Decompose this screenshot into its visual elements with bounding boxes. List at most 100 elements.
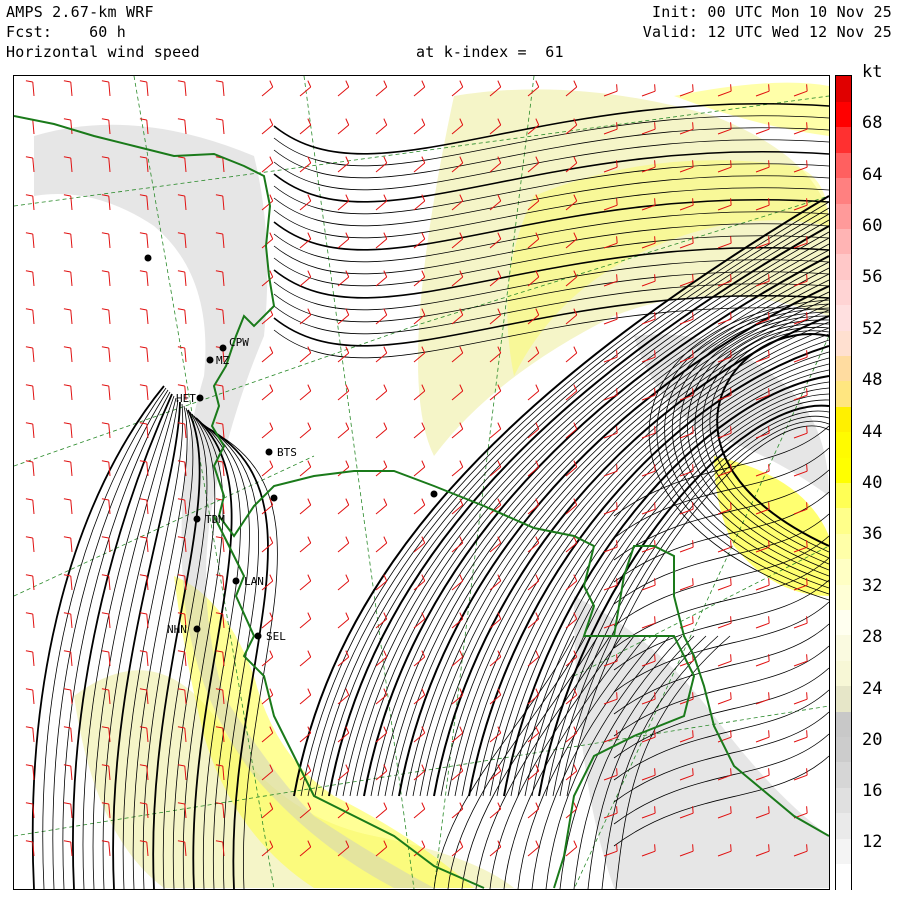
wind-barb-feather — [307, 194, 312, 202]
wind-barb — [25, 118, 35, 135]
colorbar-swatch — [836, 203, 851, 229]
wind-barb-feather — [177, 650, 185, 653]
wind-barb-feather — [616, 844, 618, 852]
wind-barb-feather — [730, 388, 732, 396]
wind-barb — [25, 384, 35, 401]
wind-barb-feather — [25, 80, 33, 83]
wind-barb — [717, 654, 732, 667]
wind-barb — [337, 574, 350, 591]
wind-barb-shaft — [451, 86, 464, 97]
wind-barb — [25, 270, 35, 287]
wind-barb — [679, 578, 694, 591]
wind-barb-shaft — [451, 808, 464, 819]
wind-barb — [299, 460, 312, 477]
wind-barb-feather — [345, 764, 350, 772]
wind-barb-feather — [139, 422, 147, 425]
wind-barb-shaft — [70, 728, 73, 743]
wind-barb-feather — [654, 844, 656, 852]
wind-barb-feather — [535, 80, 540, 88]
wind-barb-shaft — [717, 584, 732, 591]
wind-barb-shaft — [717, 698, 732, 705]
wind-barb — [25, 194, 35, 211]
wind-barb-feather — [654, 426, 656, 434]
colorbar-swatch — [836, 838, 851, 865]
wind-barb-feather — [806, 236, 808, 244]
wind-barb-feather — [535, 650, 540, 658]
wind-barb-shaft — [108, 310, 111, 325]
colorbar-swatch — [836, 863, 851, 890]
wind-barb-feather — [101, 308, 109, 311]
wind-barb-shaft — [108, 614, 111, 629]
wind-barb-feather — [654, 122, 656, 130]
wind-barb — [101, 232, 111, 249]
wind-barb-shaft — [641, 90, 656, 97]
colorbar-tick-label: 16 — [862, 781, 883, 801]
wind-barb-feather — [63, 726, 71, 729]
wind-barb-feather — [307, 536, 312, 544]
wind-barb — [25, 460, 35, 477]
station-dot — [265, 448, 273, 456]
wind-barb-shaft — [299, 618, 312, 629]
wind-barb-feather — [345, 270, 350, 278]
wind-barb — [375, 536, 388, 553]
wind-barb-shaft — [755, 736, 770, 743]
station-dot — [232, 577, 240, 585]
wind-barb-feather — [345, 726, 350, 734]
wind-barb — [215, 118, 225, 135]
wind-barb-shaft — [489, 770, 502, 781]
wind-barb-feather — [215, 574, 223, 577]
wind-barb-feather — [730, 464, 732, 472]
wind-barb-shaft — [32, 690, 35, 705]
wind-barb — [337, 688, 350, 705]
wind-barb-shaft — [337, 618, 350, 629]
wind-barb — [177, 650, 187, 667]
wind-barb-shaft — [299, 276, 312, 287]
wind-barb — [25, 422, 35, 439]
wind-barb-shaft — [146, 652, 149, 667]
colorbar-swatch — [836, 330, 851, 356]
wind-barb — [413, 80, 426, 97]
wind-barb-feather — [730, 578, 732, 586]
wind-barb-feather — [692, 730, 694, 738]
wind-barb-feather — [535, 384, 540, 392]
wind-barb — [25, 612, 35, 629]
wind-barb-feather — [692, 122, 694, 130]
wind-barb-feather — [63, 764, 71, 767]
wind-barb-shaft — [32, 614, 35, 629]
wind-barb-feather — [806, 844, 808, 852]
wind-barb — [375, 802, 388, 819]
wind-barb-feather — [616, 236, 618, 244]
wind-barb-feather — [307, 574, 312, 582]
wind-barb-shaft — [299, 580, 312, 591]
wind-barb-feather — [139, 118, 147, 121]
wind-barb — [375, 346, 388, 363]
colorbar-swatch — [836, 228, 851, 255]
wind-barb-feather — [139, 574, 147, 577]
wind-barb-shaft — [603, 470, 618, 477]
wind-barb-feather — [768, 122, 770, 130]
wind-barb-feather — [616, 122, 618, 130]
wind-barb-feather — [269, 650, 274, 658]
wind-barb — [375, 498, 388, 515]
colorbar-tick-label: 56 — [862, 267, 883, 287]
wind-barb-shaft — [146, 538, 149, 553]
wind-barb-shaft — [337, 314, 350, 325]
wind-barb-feather — [345, 118, 350, 126]
wind-barb — [63, 232, 73, 249]
wind-barb — [25, 498, 35, 515]
wind-barb — [101, 422, 111, 439]
wind-barb-feather — [768, 236, 770, 244]
wind-barb-feather — [25, 384, 33, 387]
wind-barb — [679, 540, 694, 553]
wind-barb-feather — [692, 540, 694, 548]
wind-barb-feather — [654, 160, 656, 168]
wind-barb-feather — [654, 274, 656, 282]
wind-barb-feather — [806, 198, 808, 206]
wind-barb-shaft — [299, 732, 312, 743]
wind-barb-feather — [730, 426, 732, 434]
wind-barb — [793, 768, 808, 781]
wind-barb — [413, 574, 426, 591]
colorbar-tick-label: 48 — [862, 370, 883, 390]
wind-barb-feather — [616, 388, 618, 396]
wind-barb — [101, 612, 111, 629]
